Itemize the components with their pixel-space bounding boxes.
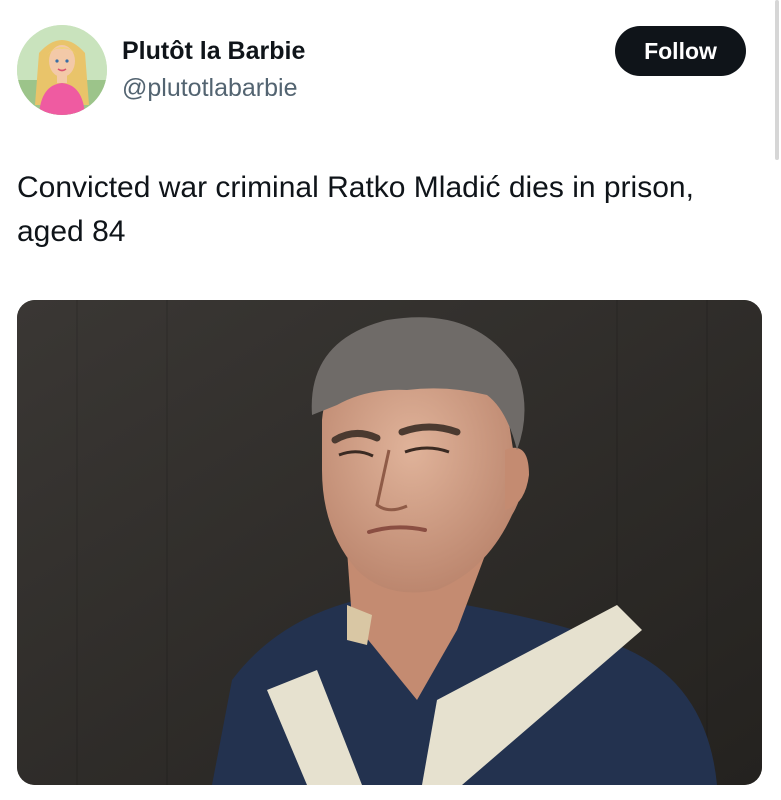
tweet-media-photo[interactable] [17, 300, 762, 785]
avatar-image-icon [17, 25, 107, 115]
tweet-card: Plutôt la Barbie @plutotlabarbie Follow … [0, 0, 781, 800]
author-display-name[interactable]: Plutôt la Barbie [122, 37, 305, 65]
photo-portrait-icon [17, 300, 762, 785]
avatar[interactable] [17, 25, 107, 115]
follow-button[interactable]: Follow [615, 26, 746, 76]
author-handle[interactable]: @plutotlabarbie [122, 73, 298, 103]
tweet-text: Convicted war criminal Ratko Mladić dies… [17, 171, 694, 248]
scrollbar[interactable] [775, 0, 779, 160]
